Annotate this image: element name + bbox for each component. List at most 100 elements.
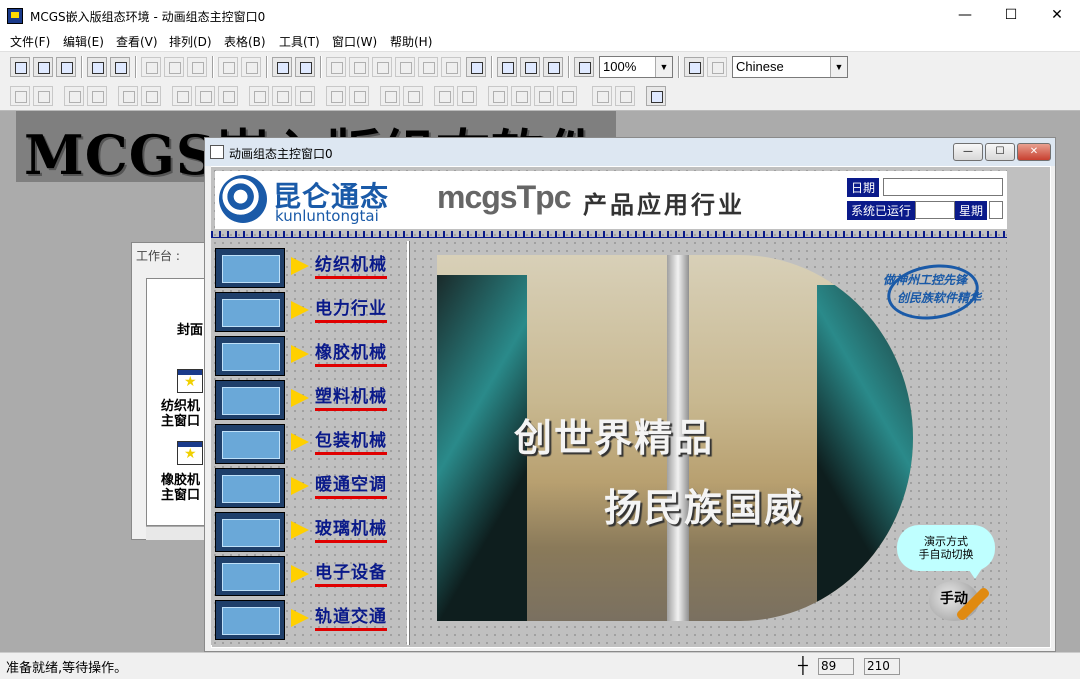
toolbar-separator [568,56,570,78]
window-icon[interactable] [177,369,203,393]
anchor-icon[interactable] [615,86,635,106]
nav-textile[interactable]: 纺织机械 [315,255,387,279]
menu-edit[interactable]: 编辑(E) [63,33,104,50]
center-horizontal-icon[interactable] [141,86,161,106]
same-size-icon[interactable] [272,86,292,106]
space-horizontal-icon[interactable] [172,86,192,106]
toolbar-separator [678,56,680,78]
properties-icon[interactable] [497,57,517,77]
nav-glass[interactable]: 玻璃机械 [315,519,387,543]
running-field[interactable] [915,201,955,219]
thumb-rail[interactable] [215,600,285,640]
menu-arrange[interactable]: 排列(D) [169,33,212,50]
toolbox-icon[interactable] [272,57,292,77]
grid-snap-icon[interactable] [646,86,666,106]
ungroup-icon[interactable] [457,86,477,106]
menu-file[interactable]: 文件(F) [10,33,50,50]
same-width-icon[interactable] [218,86,238,106]
bring-front-icon[interactable] [488,86,508,106]
paste-icon[interactable] [187,57,207,77]
child-minimize-button[interactable]: — [953,143,983,161]
cut-icon[interactable] [141,57,161,77]
thumb-glass[interactable] [215,512,285,552]
rotate-left-icon[interactable] [326,86,346,106]
week-field[interactable] [989,201,1003,219]
align-left-icon[interactable] [10,86,30,106]
font-color-icon[interactable] [372,57,392,77]
download-icon[interactable] [543,57,563,77]
chevron-down-icon[interactable]: ▼ [830,57,847,77]
thumb-plastic[interactable] [215,380,285,420]
send-backward-icon[interactable] [557,86,577,106]
print-preview-icon[interactable] [110,57,130,77]
align-bottom-icon[interactable] [87,86,107,106]
flip-horizontal-icon[interactable] [380,86,400,106]
design-canvas[interactable]: 昆仑通态 kunluntongtai mcgsTpc 产品应用行业 日期 系统已… [211,167,1007,645]
undo-icon[interactable] [218,57,238,77]
center-vertical-icon[interactable] [118,86,138,106]
close-button[interactable]: ✕ [1034,0,1080,31]
context-help-icon[interactable] [574,57,594,77]
bring-forward-icon[interactable] [534,86,554,106]
nav-hvac[interactable]: 暖通空调 [315,475,387,499]
thumb-packaging[interactable] [215,424,285,464]
menu-tools[interactable]: 工具(T) [279,33,320,50]
align-top-icon[interactable] [64,86,84,106]
rotate-right-icon[interactable] [349,86,369,106]
zoom-select[interactable]: 100% ▼ [599,56,673,78]
chevron-down-icon[interactable]: ▼ [655,57,672,77]
thumb-power[interactable] [215,292,285,332]
line-color-icon[interactable] [349,57,369,77]
thumb-electronics[interactable] [215,556,285,596]
minimize-button[interactable]: — [942,0,988,31]
menu-view[interactable]: 查看(V) [116,33,158,50]
check-icon[interactable] [520,57,540,77]
fill-color-icon[interactable] [326,57,346,77]
zoom-value: 100% [603,59,637,74]
arrow-icon [291,433,309,451]
menu-table[interactable]: 表格(B) [224,33,266,50]
child-close-button[interactable]: ✕ [1017,143,1051,161]
same-height-icon[interactable] [249,86,269,106]
line-type-icon[interactable] [441,57,461,77]
open-icon[interactable] [33,57,53,77]
date-field[interactable] [883,178,1003,196]
group-icon[interactable] [434,86,454,106]
thumb-hvac[interactable] [215,468,285,508]
grid-icon[interactable] [466,57,486,77]
send-back-icon[interactable] [511,86,531,106]
lock-icon[interactable] [592,86,612,106]
nav-rubber[interactable]: 橡胶机械 [315,343,387,367]
nav-power[interactable]: 电力行业 [315,299,387,323]
date-label: 日期 [847,178,880,197]
child-maximize-button[interactable]: ☐ [985,143,1015,161]
menu-window[interactable]: 窗口(W) [332,33,377,50]
sequence-icon[interactable] [295,57,315,77]
center-screen-icon[interactable] [295,86,315,106]
print-icon[interactable] [87,57,107,77]
toolbar-standard: 100% ▼ Chinese ▼ [0,51,1080,82]
nav-plastic[interactable]: 塑料机械 [315,387,387,411]
menu-help[interactable]: 帮助(H) [390,33,432,50]
save-icon[interactable] [56,57,76,77]
line-style-icon[interactable] [418,57,438,77]
blank-icon[interactable] [707,57,727,77]
nav-rail[interactable]: 轨道交通 [315,607,387,631]
child-title-bar[interactable]: 动画组态主控窗口0 — ☐ ✕ [205,138,1055,166]
redo-icon[interactable] [241,57,261,77]
coord-x: 89 [818,658,854,675]
thumb-textile[interactable] [215,248,285,288]
nav-packaging[interactable]: 包装机械 [315,431,387,455]
nav-electronics[interactable]: 电子设备 [315,563,387,587]
maximize-button[interactable]: ☐ [988,0,1034,31]
space-vertical-icon[interactable] [195,86,215,106]
font-icon[interactable] [395,57,415,77]
copy-icon[interactable] [164,57,184,77]
language-select[interactable]: Chinese ▼ [732,56,848,78]
align-right-icon[interactable] [33,86,53,106]
new-window-icon[interactable] [10,57,30,77]
flip-vertical-icon[interactable] [403,86,423,106]
language-icon[interactable] [684,57,704,77]
window-icon[interactable] [177,441,203,465]
thumb-rubber[interactable] [215,336,285,376]
